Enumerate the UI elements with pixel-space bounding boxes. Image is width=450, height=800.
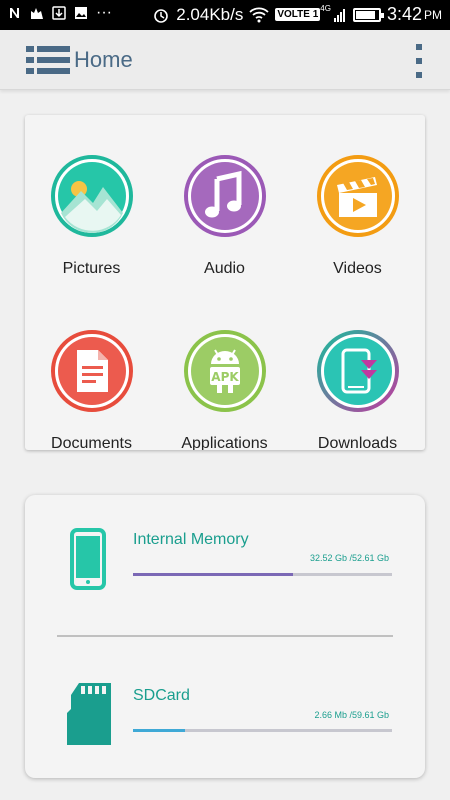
category-grid: Pictures Audio Videos Documents APK Appl… [25, 115, 425, 450]
videos-icon [316, 155, 399, 237]
signal-icon [333, 8, 345, 22]
category-label: Videos [333, 260, 382, 277]
category-downloads[interactable]: Downloads [291, 330, 424, 450]
page-title: Home [74, 47, 133, 72]
storage-name: Internal Memory [133, 531, 249, 548]
wifi-icon [249, 7, 269, 22]
category-label: Audio [204, 260, 245, 277]
category-label: Downloads [317, 435, 398, 450]
storage-progress-fill [133, 729, 185, 732]
category-audio[interactable]: Audio [158, 155, 291, 278]
category-label: Pictures [62, 260, 121, 277]
storage-size: 32.52 Gb /52.61 Gb [309, 553, 389, 563]
phone-icon [70, 528, 106, 590]
audio-icon [183, 155, 266, 237]
download-notification-icon [52, 6, 66, 20]
clock-ampm: PM [424, 7, 442, 22]
status-bar: ··· 2.04Kb/s VOLTE 1 4G 3:42 PM [0, 0, 450, 30]
more-notifications-icon: ··· [96, 4, 112, 21]
more-options-icon[interactable] [414, 44, 424, 78]
storage-progress-track [133, 729, 392, 732]
net-type: 4G [320, 4, 331, 13]
storage-progress-fill [133, 573, 294, 576]
cat-notification-icon [31, 8, 43, 19]
menu-icon[interactable] [26, 46, 70, 74]
storage-name: SDCard [133, 687, 190, 704]
sdcard-icon [67, 683, 111, 745]
clock-time: 3:42 [386, 4, 422, 24]
app-bar: Home [0, 30, 450, 90]
pictures-icon [50, 155, 133, 237]
network-speed: 2.04Kb/s [176, 4, 244, 24]
category-label: Applications [181, 435, 268, 450]
storage-size: 2.66 Mb /59.61 Gb [314, 710, 389, 720]
notification-n-icon [10, 8, 19, 18]
volte-badge: VOLTE 1 [275, 8, 321, 21]
category-applications[interactable]: APK Applications [158, 330, 291, 450]
applications-icon: APK [183, 330, 266, 412]
battery-icon [352, 7, 384, 22]
downloads-icon [316, 330, 399, 412]
storage-card: Internal Memory 32.52 Gb /52.61 Gb SDCar… [25, 495, 425, 778]
image-notification-icon [75, 7, 87, 19]
storage-progress-track [133, 573, 392, 576]
divider [57, 635, 393, 637]
category-label: Documents [51, 435, 132, 450]
alarm-icon [154, 8, 169, 23]
documents-icon [50, 330, 133, 412]
category-pictures[interactable]: Pictures [25, 155, 158, 278]
category-videos[interactable]: Videos [291, 155, 424, 278]
svg-text:APK: APK [211, 370, 239, 384]
category-documents[interactable]: Documents [25, 330, 158, 450]
